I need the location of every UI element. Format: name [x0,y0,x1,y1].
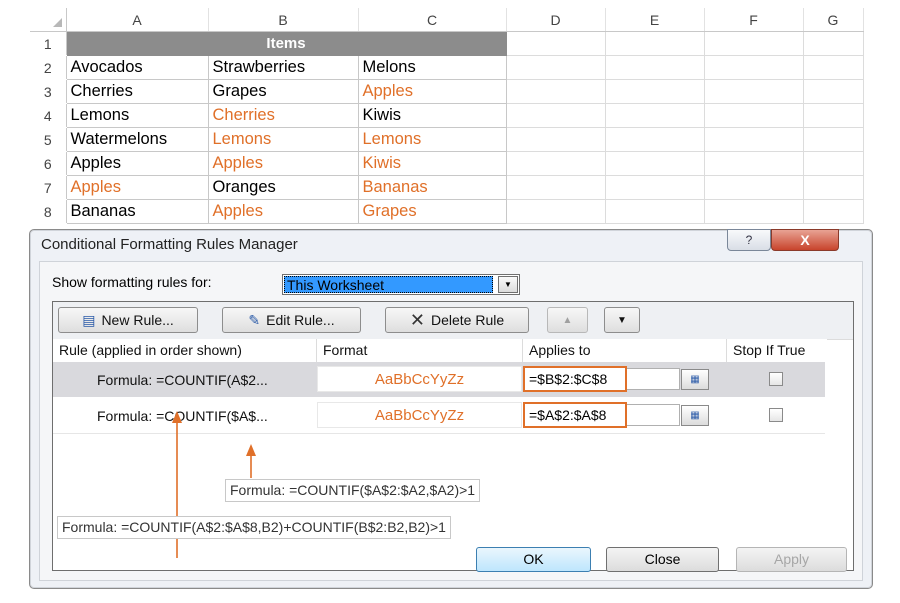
close-button[interactable]: Close [606,547,719,572]
worksheet-grid: A B C D E F G 1 Items 2 Avocados Strawberr… [30,8,864,224]
empty-cell[interactable] [506,79,606,104]
data-cell[interactable]: Apples [208,199,359,224]
empty-cell[interactable] [506,55,606,80]
data-cell[interactable]: Watermelons [66,127,209,152]
empty-cell[interactable] [704,175,804,200]
sheet-row: 7 Apples Oranges Bananas [30,175,864,200]
data-cell[interactable]: Apples [358,79,507,104]
sheet-row: 5 Watermelons Lemons Lemons [30,127,864,152]
empty-cell[interactable] [803,79,864,104]
help-icon: ? [745,233,753,247]
data-cell[interactable]: Kiwis [358,103,507,128]
data-cell[interactable]: Bananas [66,199,209,224]
sheet-row: 8 Bananas Apples Grapes [30,199,864,224]
sheet-row: 3 Cherries Grapes Apples [30,79,864,104]
column-header-d[interactable]: D [506,8,606,32]
data-cell[interactable]: Cherries [66,79,209,104]
empty-cell[interactable] [506,103,606,128]
row-header-8[interactable]: 8 [30,199,67,224]
row-header-7[interactable]: 7 [30,175,67,200]
empty-cell[interactable] [506,31,606,56]
row-header-2[interactable]: 2 [30,55,67,80]
worksheet-rows: 2 Avocados Strawberries Melons 3 Cherries Grap… [30,55,864,224]
empty-cell[interactable] [605,175,705,200]
apply-button[interactable]: Apply [736,547,847,572]
data-cell[interactable]: Avocados [66,55,209,80]
data-cell[interactable]: Lemons [358,127,507,152]
empty-cell[interactable] [803,175,864,200]
sheet-row: 6 Apples Apples Kiwis [30,151,864,176]
empty-cell[interactable] [803,151,864,176]
column-header-e[interactable]: E [605,8,705,32]
show-rules-select[interactable]: This Worksheet ▼ [282,274,520,295]
empty-cell[interactable] [704,127,804,152]
empty-cell[interactable] [605,31,705,56]
data-cell[interactable]: Oranges [208,175,359,200]
column-header-c[interactable]: C [358,8,507,32]
empty-cell[interactable] [605,199,705,224]
empty-cell[interactable] [704,31,804,56]
column-header-f[interactable]: F [704,8,804,32]
empty-cell[interactable] [803,31,864,56]
empty-cell[interactable] [605,79,705,104]
empty-cell[interactable] [605,103,705,128]
callout-rule-1: Formula: =COUNTIF(A$2:$A$8,B2)+COUNTIF(B… [57,516,451,539]
sheet-row: 2 Avocados Strawberries Melons [30,55,864,80]
empty-cell[interactable] [704,151,804,176]
data-cell[interactable]: Melons [358,55,507,80]
empty-cell[interactable] [605,55,705,80]
empty-cell[interactable] [704,55,804,80]
data-cell[interactable]: Apples [66,175,209,200]
dialog-title: Conditional Formatting Rules Manager [41,236,298,253]
data-cell[interactable]: Lemons [208,127,359,152]
data-cell[interactable]: Grapes [358,199,507,224]
empty-cell[interactable] [605,127,705,152]
show-rules-label: Show formatting rules for: [52,274,212,290]
row-header-3[interactable]: 3 [30,79,67,104]
empty-cell[interactable] [803,103,864,128]
close-window-button[interactable]: X [771,229,839,251]
spreadsheet: A B C D E F G 1 Items 2 Avocados Strawberr… [30,8,864,224]
data-cell[interactable]: Apples [208,151,359,176]
column-header-a[interactable]: A [66,8,209,32]
column-header-b[interactable]: B [208,8,359,32]
arrow-head-1 [172,411,182,423]
row-header-5[interactable]: 5 [30,127,67,152]
empty-cell[interactable] [803,199,864,224]
empty-cell[interactable] [506,199,606,224]
empty-cell[interactable] [506,127,606,152]
select-all-corner[interactable] [30,8,67,32]
sheet-row: 4 Lemons Cherries Kiwis [30,103,864,128]
rules-manager-dialog: Conditional Formatting Rules Manager ? X… [29,229,873,589]
data-cell[interactable]: Kiwis [358,151,507,176]
rules-panel: ▤ New Rule... ✎ Edit Rule... ✕ Delete Ru… [52,301,854,571]
show-rules-value: This Worksheet [284,276,493,293]
empty-cell[interactable] [704,103,804,128]
row-header-4[interactable]: 4 [30,103,67,128]
row-header-6[interactable]: 6 [30,151,67,176]
empty-cell[interactable] [506,151,606,176]
data-cell[interactable]: Strawberries [208,55,359,80]
callout-rule-2: Formula: =COUNTIF($A$2:$A2,$A2)>1 [225,479,481,502]
column-header-g[interactable]: G [803,8,864,32]
empty-cell[interactable] [704,79,804,104]
data-cell[interactable]: Grapes [208,79,359,104]
help-button[interactable]: ? [727,229,771,251]
row-header-1[interactable]: 1 [30,31,67,56]
data-cell[interactable]: Apples [66,151,209,176]
ok-button[interactable]: OK [476,547,591,572]
dropdown-arrow-icon[interactable]: ▼ [498,276,518,293]
items-header-cell[interactable]: Items [65,31,507,56]
empty-cell[interactable] [803,55,864,80]
empty-cell[interactable] [605,151,705,176]
dialog-body: Show formatting rules for: This Workshee… [39,261,863,581]
close-icon: X [800,232,810,248]
arrow-head-2 [246,444,256,456]
empty-cell[interactable] [803,127,864,152]
empty-cell[interactable] [704,199,804,224]
data-cell[interactable]: Bananas [358,175,507,200]
empty-cell[interactable] [506,175,606,200]
data-cell[interactable]: Lemons [66,103,209,128]
data-cell[interactable]: Cherries [208,103,359,128]
